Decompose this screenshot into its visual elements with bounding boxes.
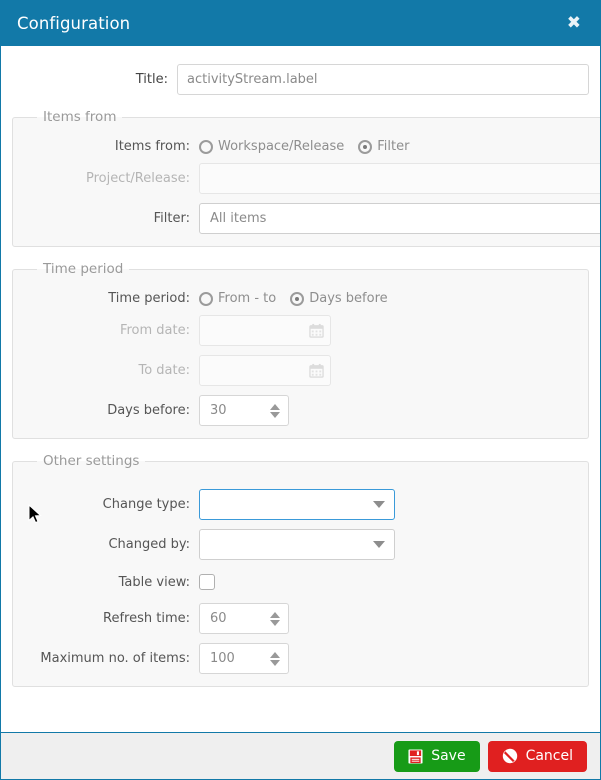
save-button-label: Save [431,748,466,764]
to-date-label: To date: [138,363,190,378]
stepper-up-icon[interactable] [270,611,280,618]
filter-dropdown[interactable]: All items [199,203,600,234]
stepper-up-icon[interactable] [270,651,280,658]
time-period-legend: Time period [43,261,124,277]
dialog-header: Configuration ✖ [1,1,600,46]
stepper-arrows-icon[interactable] [270,651,280,666]
project-release-dropdown [199,163,600,194]
time-period-radio-set: From - to Days before [199,291,397,306]
time-period-radio-row: Time period: From - to Days before [23,291,578,306]
calendar-icon [309,363,324,378]
chevron-down-icon [373,541,385,548]
table-view-row: Table view: [23,574,578,590]
refresh-time-row: Refresh time: 60 [23,603,578,634]
refresh-time-stepper[interactable]: 60 [199,603,289,634]
title-row: Title: activityStream.label [12,64,589,95]
max-items-stepper[interactable]: 100 [199,643,289,674]
project-release-row: Project/Release: [23,163,600,194]
days-before-label: Days before: [107,403,190,418]
radio-days-before-label[interactable]: Days before [309,291,387,306]
filter-value: All items [210,211,267,226]
dialog-footer: Save Cancel [1,732,600,779]
to-date-row: To date: [23,355,578,386]
radio-workspace-release[interactable] [199,139,213,154]
stepper-arrows-icon[interactable] [270,403,280,418]
items-from-label: Items from: [114,139,190,154]
floppy-disk-icon [408,748,423,764]
dialog-title: Configuration [17,14,131,33]
table-view-checkbox[interactable] [199,574,215,590]
items-from-legend: Items from [43,109,117,125]
save-button[interactable]: Save [394,740,480,772]
stepper-down-icon[interactable] [270,411,280,418]
prohibition-icon [502,748,517,764]
changed-by-label: Changed by: [108,537,190,552]
title-input[interactable]: activityStream.label [177,64,589,95]
change-type-label: Change type: [102,497,190,512]
changed-by-dropdown[interactable] [199,529,395,560]
dialog-body: Title: activityStream.label Items from I… [1,46,600,732]
filter-row: Filter: All items [23,203,600,234]
cancel-button[interactable]: Cancel [487,740,587,772]
from-date-input [199,315,331,346]
to-date-input [199,355,331,386]
title-label: Title: [135,72,168,87]
close-icon[interactable]: ✖ [562,13,586,34]
filter-label: Filter: [153,211,190,226]
other-settings-group: Other settings Change type: Changed by: … [12,453,589,687]
stepper-up-icon[interactable] [270,403,280,410]
max-items-label: Maximum no. of items: [40,651,190,666]
radio-from-to-label[interactable]: From - to [218,291,276,306]
stepper-down-icon[interactable] [270,619,280,626]
changed-by-row: Changed by: [23,529,578,560]
radio-from-to[interactable] [199,291,213,306]
radio-filter-label[interactable]: Filter [377,139,409,154]
max-items-row: Maximum no. of items: 100 [23,643,578,674]
change-type-row: Change type: [23,489,578,520]
max-items-value: 100 [210,651,235,666]
days-before-stepper[interactable]: 30 [199,395,289,426]
time-period-group: Time period Time period: From - to Days … [12,261,589,439]
other-settings-legend: Other settings [43,453,140,469]
project-release-label: Project/Release: [85,171,190,186]
chevron-down-icon [373,501,385,508]
configuration-dialog: Configuration ✖ Title: activityStream.la… [0,0,601,780]
table-view-label: Table view: [118,574,190,590]
items-from-radio-row: Items from: Workspace/Release Filter [23,139,600,154]
radio-filter[interactable] [358,139,373,154]
items-from-radio-set: Workspace/Release Filter [199,139,418,154]
refresh-time-value: 60 [210,611,227,626]
days-before-row: Days before: 30 [23,395,578,426]
stepper-arrows-icon[interactable] [270,611,280,626]
stepper-down-icon[interactable] [270,659,280,666]
from-date-label: From date: [119,323,190,338]
items-from-group: Items from Items from: Workspace/Release… [12,109,600,247]
cancel-button-label: Cancel [525,748,573,764]
radio-days-before[interactable] [290,291,305,306]
from-date-row: From date: [23,315,578,346]
calendar-icon [309,323,324,338]
change-type-dropdown[interactable] [199,489,395,520]
refresh-time-label: Refresh time: [103,611,190,626]
radio-workspace-release-label[interactable]: Workspace/Release [218,139,344,154]
days-before-value: 30 [210,403,227,418]
time-period-label: Time period: [108,291,190,306]
